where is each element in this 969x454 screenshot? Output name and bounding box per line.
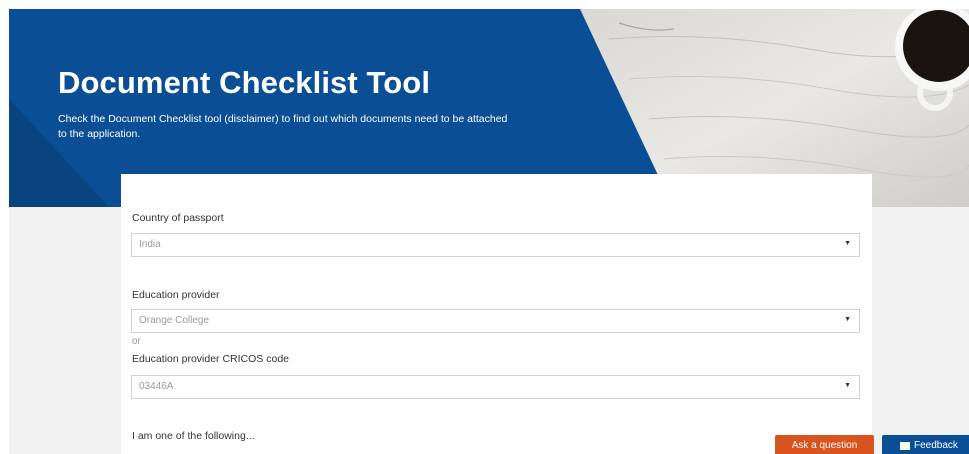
ask-question-button[interactable]: Ask a question bbox=[775, 435, 874, 454]
education-provider-value: Orange College bbox=[139, 315, 210, 326]
caret-down-icon: ▼ bbox=[844, 382, 851, 389]
feedback-chat-icon bbox=[900, 442, 910, 450]
feedback-button[interactable]: Feedback bbox=[882, 435, 969, 454]
page-description: Check the Document Checklist tool (discl… bbox=[58, 113, 508, 140]
education-provider-label: Education provider bbox=[132, 289, 220, 301]
caret-down-icon: ▼ bbox=[844, 316, 851, 323]
education-provider-select[interactable]: Orange College ▼ bbox=[131, 309, 860, 333]
cricos-code-value: 03446A bbox=[139, 381, 174, 392]
page: Document Checklist Tool Check the Docume… bbox=[0, 0, 969, 454]
or-separator: or bbox=[132, 336, 141, 347]
checklist-form-card: Country of passport India ▼ Education pr… bbox=[121, 174, 872, 454]
page-title: Document Checklist Tool bbox=[58, 65, 431, 100]
caret-down-icon: ▼ bbox=[844, 240, 851, 247]
ask-question-label: Ask a question bbox=[791, 440, 858, 451]
passport-country-label: Country of passport bbox=[132, 212, 224, 224]
passport-country-value: India bbox=[139, 239, 161, 250]
cricos-code-select[interactable]: 03446A ▼ bbox=[131, 375, 860, 399]
applicant-type-label: I am one of the following... bbox=[132, 430, 255, 442]
feedback-label: Feedback bbox=[914, 440, 958, 451]
passport-country-select[interactable]: India ▼ bbox=[131, 233, 860, 257]
cricos-code-label: Education provider CRICOS code bbox=[132, 353, 289, 365]
